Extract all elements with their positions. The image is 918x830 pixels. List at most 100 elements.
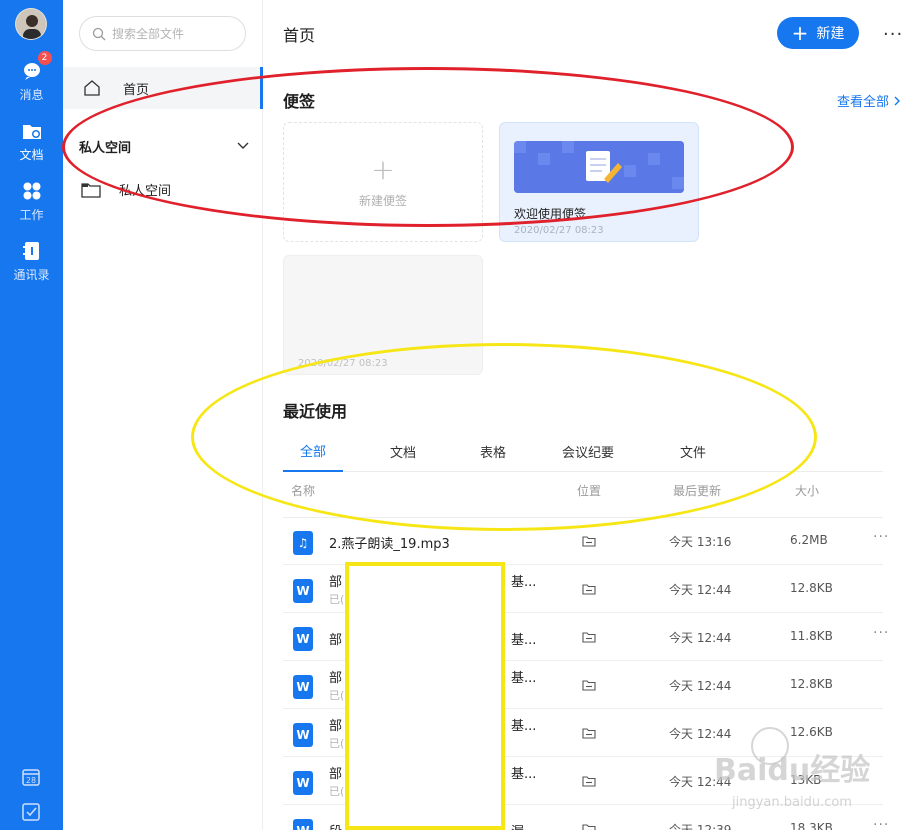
file-size: 6.2MB [790,533,828,547]
tab-all[interactable]: 全部 [283,430,343,472]
file-subtitle: 已( [329,737,345,750]
file-subtitle: 已( [329,593,345,606]
folder-icon [81,182,101,198]
sidebar-item-label: 私人空间 [119,184,172,199]
file-name-tail: 基... [511,767,537,782]
file-size: 11.8KB [790,629,833,643]
new-button-label: 新建 [816,26,845,42]
page-title: 首页 [283,26,316,45]
file-name[interactable]: 部 [329,629,342,648]
row-more-icon[interactable]: ··· [873,625,889,641]
rail-item-work[interactable]: 工作 [0,176,63,230]
doc-sidebar: 搜索全部文件 首页 私人空间 私人空间 [63,0,263,830]
tab-files[interactable]: 文件 [653,430,733,472]
view-all-link[interactable]: 查看全部 [837,91,901,110]
column-header-name[interactable]: 名称 [291,482,315,499]
new-note-label: 新建便签 [358,193,407,208]
folder-location-icon[interactable] [582,775,596,790]
note-card-welcome[interactable]: 欢迎使用便签 2020/02/27 08:23 [499,122,699,242]
note-title: 欢迎使用便签 [514,207,587,221]
column-header-updated[interactable]: 最后更新 [673,482,721,499]
row-more-icon[interactable]: ··· [873,817,889,830]
rail-item-contacts[interactable]: 通讯录 [0,236,63,290]
chat-icon: 2 [21,51,52,82]
app-window: 2 消息 文档 工作 通讯录 28 搜索全部文件 首页 私人空间 私人空间 首页… [0,0,918,830]
updated-time: 今天 12:44 [669,679,732,693]
note-timestamp: 2020/02/27 08:23 [298,358,388,369]
tab-docs[interactable]: 文档 [343,430,463,472]
audio-file-icon: ♫ [293,531,313,555]
new-button[interactable]: + 新建 [777,17,859,49]
word-file-icon: W [293,771,313,795]
folder-location-icon[interactable] [582,727,596,742]
file-size: 12.8KB [790,581,833,595]
table-row[interactable]: ♫ 2.燕子朗读_19.mp3 今天 13:16 6.2MB ··· [283,517,888,565]
recent-tabs: 全部 文档 表格 会议纪要 文件 [283,430,883,472]
word-file-icon: W [293,627,313,651]
updated-time: 今天 12:39 [669,823,732,830]
row-more-icon[interactable]: ··· [873,529,889,545]
file-name[interactable]: 部 [329,571,342,590]
file-name-tail: 基... [511,633,537,648]
folder-location-icon[interactable] [582,823,596,830]
unread-badge: 2 [37,51,52,65]
file-size: 13KB [790,773,822,787]
file-name-tail: 基... [511,671,537,686]
rail-item-label: 消息 [19,88,44,102]
file-name-tail: 基... [511,575,537,590]
section-label: 私人空间 [79,140,132,156]
folder-location-icon[interactable] [582,679,596,694]
doc-cloud-icon [21,120,43,142]
note-banner-image [514,141,684,193]
updated-time: 今天 12:44 [669,727,732,741]
search-input[interactable]: 搜索全部文件 [79,16,246,51]
sidebar-section-private[interactable]: 私人空间 [79,136,249,156]
sidebar-item-label: 首页 [123,82,150,98]
file-name-tail: 漏 [511,821,524,830]
file-name[interactable]: 部 [329,715,342,734]
left-rail: 2 消息 文档 工作 通讯录 28 [0,0,63,830]
redaction-box [345,562,505,830]
calendar-day: 28 [26,776,36,785]
sidebar-item-home[interactable]: 首页 [63,67,263,109]
folder-location-icon[interactable] [582,535,596,550]
tab-sheets[interactable]: 表格 [463,430,523,472]
note-card-blank[interactable]: 2020/02/27 08:23 [283,255,483,375]
search-placeholder: 搜索全部文件 [112,27,185,41]
word-file-icon: W [293,819,313,830]
notes-section-title: 便签 [283,92,316,111]
plus-icon: + [791,21,809,45]
file-size: 12.8KB [790,677,833,691]
file-size: 18.3KB [790,821,833,830]
home-icon [84,80,100,96]
file-name[interactable]: 2.燕子朗读_19.mp3 [329,533,450,552]
rail-item-messages[interactable]: 2 消息 [0,51,63,110]
updated-time: 今天 12:44 [669,631,732,645]
tab-meeting-notes[interactable]: 会议纪要 [523,430,653,472]
column-header-size[interactable]: 大小 [795,482,819,499]
folder-location-icon[interactable] [582,583,596,598]
avatar[interactable] [15,8,47,40]
rail-item-docs[interactable]: 文档 [0,116,63,170]
new-note-card[interactable]: + 新建便签 [283,122,483,242]
file-name[interactable]: 部 [329,667,342,686]
plus-icon: + [371,152,395,186]
column-header-location: 位置 [577,484,602,498]
updated-time: 今天 13:16 [669,535,732,549]
more-options-icon[interactable]: ··· [883,24,903,45]
updated-time: 今天 12:44 [669,583,732,597]
rail-item-label: 文档 [19,148,44,162]
file-name[interactable]: 部 [329,763,342,782]
sidebar-item-private-space[interactable]: 私人空间 [81,180,171,199]
contacts-icon [21,240,43,262]
calendar-icon[interactable]: 28 [20,766,42,788]
rail-item-label: 工作 [19,208,44,222]
file-name[interactable]: 段 [329,821,342,830]
search-icon [92,27,106,40]
checklist-icon[interactable] [20,801,42,823]
word-file-icon: W [293,579,313,603]
file-size: 12.6KB [790,725,833,739]
recent-section-title: 最近使用 [283,402,348,421]
file-name-tail: 基... [511,719,537,734]
folder-location-icon[interactable] [582,631,596,646]
